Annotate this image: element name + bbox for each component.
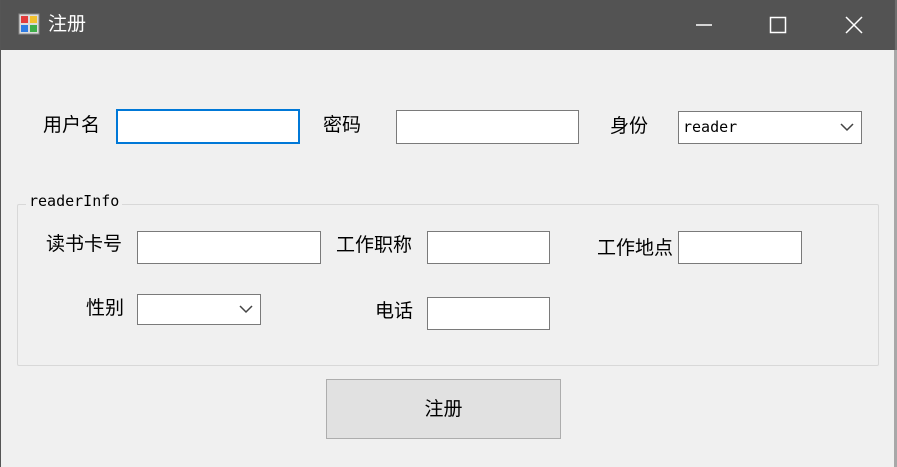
job-title-label: 工作职称 <box>336 234 413 256</box>
username-input[interactable] <box>116 109 300 144</box>
work-place-input[interactable] <box>678 231 802 264</box>
password-input[interactable] <box>396 110 579 144</box>
identity-label: 身份 <box>610 115 649 137</box>
chevron-down-icon <box>239 305 253 314</box>
work-place-label: 工作地点 <box>597 237 674 259</box>
identity-select[interactable]: reader <box>678 111 862 144</box>
maximize-button[interactable] <box>741 0 815 50</box>
gender-label: 性别 <box>86 297 125 319</box>
close-button[interactable] <box>817 0 891 50</box>
phone-label: 电话 <box>375 300 414 322</box>
identity-selected-value: reader <box>683 118 738 136</box>
chevron-down-icon <box>840 123 854 132</box>
card-number-label: 读书卡号 <box>46 233 123 255</box>
reader-info-group <box>17 204 879 366</box>
minimize-button[interactable] <box>667 0 741 50</box>
maximize-icon <box>769 16 787 34</box>
app-form-icon <box>18 13 40 35</box>
password-label: 密码 <box>323 114 362 136</box>
window-title: 注册 <box>48 13 87 35</box>
reader-info-legend: readerInfo <box>26 191 123 211</box>
gender-select[interactable] <box>137 294 261 325</box>
job-title-input[interactable] <box>427 231 550 264</box>
title-bar[interactable]: 注册 <box>1 0 894 50</box>
register-button[interactable]: 注册 <box>326 379 561 439</box>
card-number-input[interactable] <box>137 231 321 264</box>
minimize-icon <box>696 24 712 26</box>
close-icon <box>845 16 863 34</box>
register-window: 注册 用户名 密码 身份 reader readerInfo 读书卡号 工作职称… <box>0 0 895 467</box>
phone-input[interactable] <box>427 297 550 330</box>
username-label: 用户名 <box>43 114 101 136</box>
